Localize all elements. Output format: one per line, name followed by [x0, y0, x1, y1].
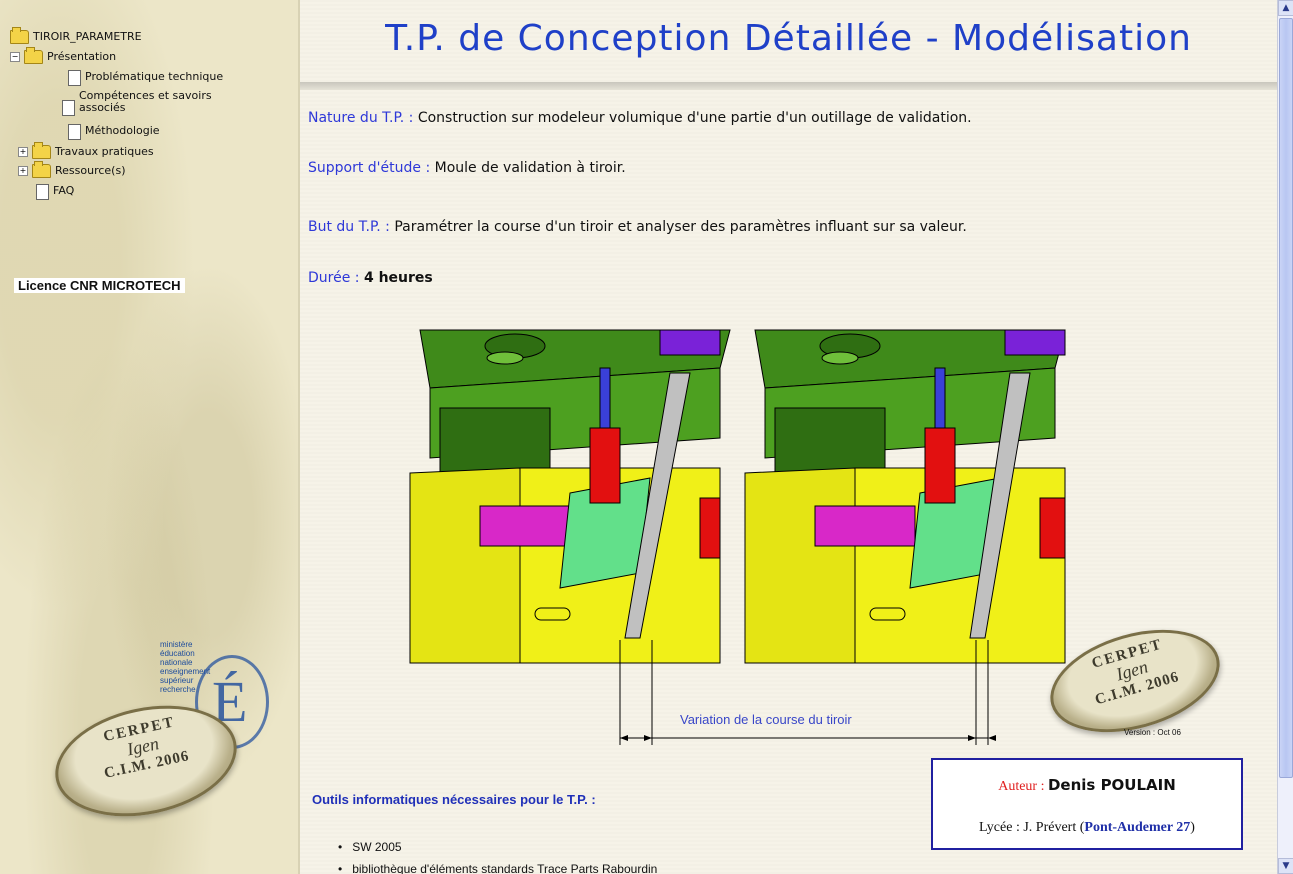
support-row: Support d'étude : Moule de validation à … — [308, 160, 626, 176]
cerpet-seal-left: CERPET Igen C.I.M. 2006 — [44, 690, 248, 832]
tree-item-methodologie[interactable]: Méthodologie — [68, 124, 160, 140]
vertical-scrollbar[interactable]: ▲ ▼ — [1277, 0, 1293, 874]
folder-open-icon — [10, 27, 29, 44]
but-label: But du T.P. : — [308, 219, 390, 235]
support-text: Moule de validation à tiroir. — [434, 160, 626, 176]
scroll-up-button[interactable]: ▲ — [1278, 0, 1293, 16]
folder-open-icon — [24, 47, 43, 64]
author-name: Denis POULAIN — [1047, 776, 1176, 794]
main-frame: T.P. de Conception Détaillée - Modélisat… — [300, 0, 1277, 874]
collapse-icon[interactable]: − — [10, 52, 20, 62]
scroll-thumb[interactable] — [1279, 18, 1293, 778]
author-line: Auteur : Denis POULAIN — [998, 776, 1176, 794]
support-label: Support d'étude : — [308, 160, 431, 176]
version-label: Version : Oct 06 — [1124, 728, 1181, 737]
tree-root[interactable]: TIROIR_PARAMETRE — [10, 27, 142, 44]
author-box: Auteur : Denis POULAIN Lycée : J. Préver… — [931, 758, 1243, 850]
document-icon — [68, 124, 81, 140]
mold-left — [409, 329, 731, 664]
folder-closed-icon — [32, 142, 51, 159]
mold-right — [744, 329, 1066, 664]
tree-item-presentation[interactable]: − Présentation — [10, 47, 116, 64]
mold-illustration — [409, 329, 1066, 664]
nature-row: Nature du T.P. : Construction sur modele… — [308, 110, 972, 126]
tool-item: bibliothèque d'éléments standards Trace … — [338, 862, 657, 874]
duree-row: Durée : 4 heures — [308, 270, 433, 286]
tree-item-faq[interactable]: FAQ — [36, 184, 74, 200]
figure-caption: Variation de la course du tiroir — [680, 712, 852, 727]
tree-item-travaux-pratiques[interactable]: + Travaux pratiques — [18, 142, 154, 159]
title-divider — [300, 82, 1277, 90]
tools-heading: Outils informatiques nécessaires pour le… — [312, 792, 596, 807]
expand-icon[interactable]: + — [18, 147, 28, 157]
but-row: But du T.P. : Paramétrer la course d'un … — [308, 219, 967, 235]
expand-icon[interactable]: + — [18, 166, 28, 176]
school-line: Lycée : J. Prévert (Pont-Audemer 27) — [979, 820, 1195, 835]
tool-item: SW 2005 — [338, 840, 401, 854]
document-icon — [68, 70, 81, 86]
tree-item-problematique[interactable]: Problématique technique — [68, 70, 223, 86]
duree-label: Durée : — [308, 270, 360, 286]
duree-text: 4 heures — [363, 270, 433, 286]
tree-item-ressources[interactable]: + Ressource(s) — [18, 161, 126, 178]
tree-item-competences[interactable]: Compétences et savoirs associés — [62, 90, 229, 116]
document-icon — [36, 184, 49, 200]
folder-closed-icon — [32, 161, 51, 178]
course-dimension — [619, 640, 996, 745]
nature-text: Construction sur modeleur volumique d'un… — [417, 110, 972, 126]
scroll-down-button[interactable]: ▼ — [1278, 858, 1293, 874]
page-title: T.P. de Conception Détaillée - Modélisat… — [385, 18, 1192, 59]
nature-label: Nature du T.P. : — [308, 110, 414, 126]
left-frame: TIROIR_PARAMETRE − Présentation Probléma… — [0, 0, 300, 874]
but-text: Paramétrer la course d'un tiroir et anal… — [394, 219, 967, 235]
school-city-link[interactable]: Pont-Audemer 27 — [1084, 820, 1190, 835]
licence-label: Licence CNR MICROTECH — [14, 278, 185, 293]
document-icon — [62, 100, 75, 116]
